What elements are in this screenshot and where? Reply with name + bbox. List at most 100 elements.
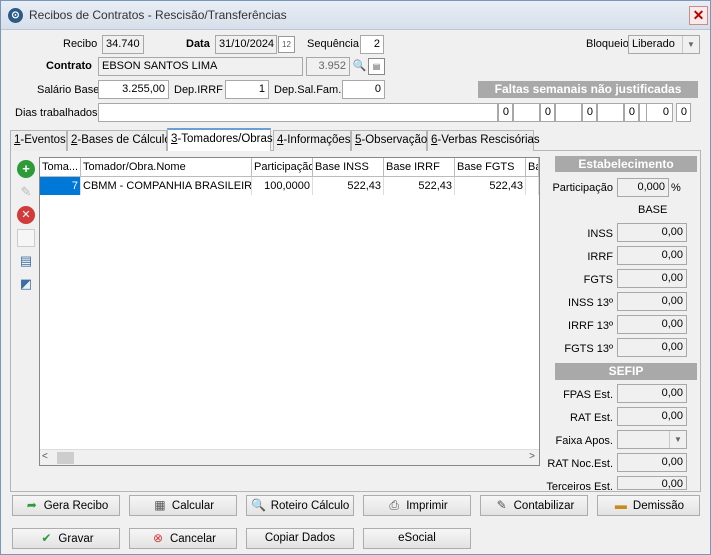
calendar-icon[interactable]: 12 — [278, 36, 295, 53]
ratnoc-field[interactable]: 0,00 — [617, 453, 687, 472]
ratnoc-label: RAT Noc.Est. — [547, 458, 613, 470]
falta-field-4[interactable]: 0 — [624, 103, 639, 122]
depirrf-label: Dep.IRRF — [174, 84, 223, 96]
tab-tomadores-label: -Tomadores/Obras — [177, 133, 273, 145]
gera-recibo-button[interactable]: ➦ Gera Recibo — [12, 495, 120, 516]
tab-eventos[interactable]: 1-Eventos — [10, 130, 67, 151]
gravar-button[interactable]: ✔ Gravar — [12, 528, 120, 549]
close-icon[interactable]: ✕ — [689, 6, 708, 25]
cell-base-irrf[interactable]: 522,43 — [384, 177, 455, 195]
col-base-inss[interactable]: Base INSS — [313, 158, 384, 177]
col-base-irrf[interactable]: Base IRRF — [384, 158, 455, 177]
form-edit-icon[interactable]: ◩ — [17, 275, 35, 293]
inss-field[interactable]: 0,00 — [617, 223, 687, 242]
participacao-field[interactable]: 0,000 — [617, 178, 669, 197]
esocial-button[interactable]: eSocial — [363, 528, 471, 549]
falta-spacer-1[interactable] — [513, 103, 540, 122]
delete-icon[interactable]: ✕ — [17, 206, 35, 224]
copiar-dados-button[interactable]: Copiar Dados — [246, 528, 354, 549]
recibo-field[interactable]: 34.740 — [102, 35, 144, 54]
salario-field[interactable]: 3.255,00 — [98, 80, 169, 99]
gravar-label: Gravar — [58, 533, 94, 545]
col-participacao[interactable]: Participação — [252, 158, 313, 177]
demissao-button[interactable]: ▬ Demissão — [597, 495, 700, 516]
cancel-icon: ⊗ — [152, 531, 164, 545]
falta-spacer-3[interactable] — [597, 103, 624, 122]
demissao-label: Demissão — [632, 500, 685, 512]
cancelar-button[interactable]: ⊗ Cancelar — [129, 528, 237, 549]
arrow-icon: ➦ — [26, 498, 37, 512]
fgts13-label: FGTS 13º — [564, 343, 613, 355]
printer-icon: ⎙ — [389, 498, 400, 512]
data-field[interactable]: 31/10/2024 — [215, 35, 277, 54]
falta-field-6[interactable]: 0 — [676, 103, 691, 122]
table-row[interactable]: 7 CBMM - COMPANHIA BRASILEIRA DE METALUR… — [40, 177, 539, 195]
dias-field[interactable] — [98, 103, 498, 122]
add-icon[interactable]: + — [17, 160, 35, 178]
cell-base-fgts[interactable]: 522,43 — [455, 177, 526, 195]
recibos-window: ⊙ Recibos de Contratos - Rescisão/Transf… — [0, 0, 711, 555]
bloqueio-select[interactable]: Liberado ▼ — [628, 35, 700, 54]
cell-ba[interactable] — [526, 177, 539, 195]
tab-verbas[interactable]: 6-Verbas Rescisórias — [427, 130, 540, 151]
falta-field-2[interactable]: 0 — [540, 103, 555, 122]
horizontal-scrollbar[interactable]: < > — [40, 449, 539, 465]
rat-label: RAT Est. — [570, 412, 613, 424]
falta-field-5[interactable]: 0 — [646, 103, 673, 122]
col-toma[interactable]: Toma... — [40, 158, 81, 177]
tab-bases[interactable]: 2-Bases de Cálculo — [67, 130, 171, 151]
col-base-fgts[interactable]: Base FGTS — [455, 158, 526, 177]
data-label: Data — [186, 38, 210, 50]
roteiro-button[interactable]: 🔍 Roteiro Cálculo — [246, 495, 354, 516]
tab-observacao[interactable]: 5-Observação — [351, 130, 427, 151]
imprimir-button[interactable]: ⎙ Imprimir — [363, 495, 471, 516]
rat-field[interactable]: 0,00 — [617, 407, 687, 426]
col-nome[interactable]: Tomador/Obra.Nome — [81, 158, 252, 177]
irrf-field[interactable]: 0,00 — [617, 246, 687, 265]
base-label: BASE — [638, 204, 668, 216]
contrato-name-field[interactable]: EBSON SANTOS LIMA — [98, 57, 303, 76]
fgts-field[interactable]: 0,00 — [617, 269, 687, 288]
estabelecimento-header: Estabelecimento — [555, 156, 697, 172]
grid-header: Toma... Tomador/Obra.Nome Participação B… — [40, 158, 539, 177]
inss13-field[interactable]: 0,00 — [617, 292, 687, 311]
contabilizar-button[interactable]: ✎ Contabilizar — [480, 495, 588, 516]
cell-participacao[interactable]: 100,0000 — [252, 177, 313, 195]
falta-field-3[interactable]: 0 — [582, 103, 597, 122]
scroll-left-icon[interactable]: < — [42, 451, 48, 462]
calcular-button[interactable]: ▦ Calcular — [129, 495, 237, 516]
sequencia-field[interactable]: 2 — [360, 35, 384, 54]
falta-spacer-2[interactable] — [555, 103, 582, 122]
tab-informacoes[interactable]: 4-Informações — [273, 130, 351, 151]
scroll-thumb[interactable] — [57, 452, 74, 464]
list-icon[interactable]: ▤ — [17, 252, 35, 270]
faixa-select[interactable]: ▼ — [617, 430, 687, 449]
irrf13-field[interactable]: 0,00 — [617, 315, 687, 334]
col-ba[interactable]: Ba — [526, 158, 539, 177]
title-bar: ⊙ Recibos de Contratos - Rescisão/Transf… — [1, 1, 710, 30]
cell-base-inss[interactable]: 522,43 — [313, 177, 384, 195]
contrato-code-field[interactable]: 3.952 — [306, 57, 350, 76]
tab-bases-label: -Bases de Cálculo — [77, 134, 171, 146]
cell-toma[interactable]: 7 — [40, 177, 81, 195]
chevron-down-icon: ▼ — [682, 36, 699, 53]
card-icon[interactable]: ▤ — [368, 58, 385, 75]
tomadores-grid: Toma... Tomador/Obra.Nome Participação B… — [39, 157, 540, 466]
tab-verbas-label: -Verbas Rescisórias — [437, 134, 540, 146]
blank-icon[interactable] — [17, 229, 35, 247]
falta-field-1[interactable]: 0 — [498, 103, 513, 122]
scroll-right-icon[interactable]: > — [529, 451, 535, 462]
tab-tomadores[interactable]: 3-Tomadores/Obras — [167, 128, 273, 151]
depsalfam-field[interactable]: 0 — [342, 80, 385, 99]
inss-label: INSS — [587, 228, 613, 240]
bloqueio-value: Liberado — [632, 38, 675, 50]
cancelar-label: Cancelar — [169, 533, 217, 545]
cell-nome[interactable]: CBMM - COMPANHIA BRASILEIRA DE METALURGI… — [81, 177, 252, 195]
depirrf-field[interactable]: 1 — [225, 80, 269, 99]
edit-icon[interactable]: ✎ — [17, 183, 35, 201]
fpas-field[interactable]: 0,00 — [617, 384, 687, 403]
terceiros-field[interactable]: 0,00 — [617, 476, 687, 490]
search-icon[interactable]: 🔍 — [351, 58, 368, 75]
fgts13-field[interactable]: 0,00 — [617, 338, 687, 357]
folder-icon: ▬ — [614, 498, 627, 512]
